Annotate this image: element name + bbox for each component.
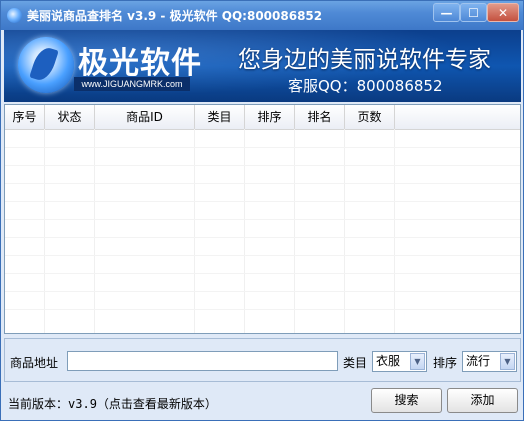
window-title: 美丽说商品查排名 v3.9 - 极光软件 QQ:800086852 xyxy=(27,9,323,23)
sort-value: 流行 xyxy=(466,354,491,368)
service-qq: 客服QQ：800086852 xyxy=(288,77,443,95)
minimize-button[interactable]: — xyxy=(433,3,460,22)
app-icon xyxy=(7,8,22,23)
category-value: 衣服 xyxy=(376,354,401,368)
column-header-product-id[interactable]: 商品ID xyxy=(95,105,195,129)
title-bar[interactable]: 美丽说商品查排名 v3.9 - 极光软件 QQ:800086852 — ☐ ✕ xyxy=(1,1,523,30)
sort-label: 排序 xyxy=(433,356,458,370)
maximize-button[interactable]: ☐ xyxy=(460,3,487,22)
brand-url: www.JIGUANGMRK.com xyxy=(74,77,190,91)
category-select[interactable]: 衣服 ▼ xyxy=(372,351,427,372)
version-status[interactable]: 当前版本：v3.9（点击查看最新版本） xyxy=(8,395,217,412)
version-hint-link[interactable]: （点击查看最新版本） xyxy=(97,397,217,411)
app-window: 美丽说商品查排名 v3.9 - 极光软件 QQ:800086852 — ☐ ✕ … xyxy=(0,0,524,421)
address-label: 商品地址 xyxy=(10,356,59,370)
add-button[interactable]: 添加 xyxy=(447,388,518,413)
input-panel: 商品地址 类目 衣服 ▼ 排序 流行 ▼ xyxy=(4,338,521,382)
category-label: 类目 xyxy=(343,356,368,370)
column-header-index[interactable]: 序号 xyxy=(5,105,45,129)
sort-select[interactable]: 流行 ▼ xyxy=(462,351,517,372)
column-header-category[interactable]: 类目 xyxy=(195,105,245,129)
address-input[interactable] xyxy=(67,351,338,371)
chevron-down-icon[interactable]: ▼ xyxy=(410,353,425,370)
brand-name: 极光软件 xyxy=(78,46,202,81)
brand-banner: 极光软件 www.JIGUANGMRK.com 您身边的美丽说软件专家 客服QQ… xyxy=(4,30,521,102)
column-header-status[interactable]: 状态 xyxy=(45,105,95,129)
column-header-sort[interactable]: 排序 xyxy=(245,105,295,129)
version-value: v3.9 xyxy=(68,397,97,411)
chevron-down-icon[interactable]: ▼ xyxy=(500,353,515,370)
table-header: 序号 状态 商品ID 类目 排序 排名 页数 xyxy=(5,105,520,130)
search-button[interactable]: 搜索 xyxy=(371,388,442,413)
result-table[interactable]: 序号 状态 商品ID 类目 排序 排名 页数 xyxy=(4,104,521,334)
slogan: 您身边的美丽说软件专家 xyxy=(238,47,491,73)
close-button[interactable]: ✕ xyxy=(487,3,519,22)
column-header-rank[interactable]: 排名 xyxy=(295,105,345,129)
version-label: 当前版本： xyxy=(8,397,69,411)
column-header-pages[interactable]: 页数 xyxy=(345,105,395,129)
